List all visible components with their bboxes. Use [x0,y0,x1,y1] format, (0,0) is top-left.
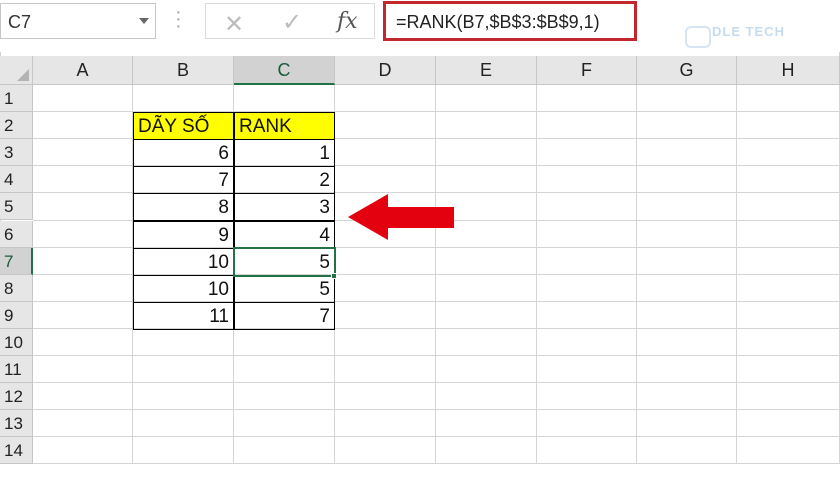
formula-input[interactable]: =RANK(B7,$B$3:$B$9,1) [383,1,637,41]
select-all-icon [17,69,29,81]
logo-icon [685,26,711,48]
row-header-9[interactable]: 9 [0,301,33,329]
row-header-13[interactable]: 13 [0,410,33,438]
column-header-f[interactable]: F [537,56,637,85]
table-cell-c[interactable]: 7 [234,301,335,330]
drag-handle-icon[interactable]: · · · [175,2,182,36]
row-header-5[interactable]: 5 [0,193,33,221]
selected-cell-outline[interactable] [233,246,336,277]
column-header-e[interactable]: E [436,56,537,85]
row-header-10[interactable]: 10 [0,328,33,356]
row-header-1[interactable]: 1 [0,85,33,112]
table-cell-b[interactable]: 9 [133,220,234,249]
row-header-4[interactable]: 4 [0,166,33,194]
formula-buttons: ✕ ✓ fx [205,3,375,39]
select-all-button[interactable] [0,56,33,85]
row-header-7[interactable]: 7 [0,247,33,275]
chevron-down-icon[interactable] [139,18,149,24]
fill-handle[interactable] [331,272,337,279]
table-cell-c[interactable]: 3 [234,193,335,222]
arrow-left-icon [348,194,454,240]
spreadsheet-grid: A B C D E F G H 1 2 3 4 5 6 7 8 9 10 11 12 13 14 DÃY SỐ RANK 6 1 7… [0,56,840,465]
table-cell-b[interactable]: 8 [133,193,234,222]
table-cell-b[interactable]: 11 [133,301,234,330]
column-header-b[interactable]: B [133,56,234,85]
formula-text: =RANK(B7,$B$3:$B$9,1) [396,12,600,32]
insert-function-button[interactable]: fx [337,9,358,34]
gridline-horizontal [33,355,840,356]
name-box[interactable]: C7 [0,3,156,39]
table-cell-b[interactable]: 7 [133,166,234,195]
row-header-2[interactable]: 2 [0,112,33,140]
table-cell-c[interactable]: 1 [234,139,335,168]
checkmark-icon[interactable]: ✓ [282,8,302,37]
column-header-a[interactable]: A [33,56,133,85]
row-header-11[interactable]: 11 [0,356,33,383]
watermark-logo: DLE TECH [712,24,785,39]
gridline-horizontal [33,409,840,411]
table-cell-b[interactable]: 6 [133,139,234,168]
row-header-8[interactable]: 8 [0,274,33,302]
table-cell-b[interactable]: 10 [133,274,234,303]
row-header-14[interactable]: 14 [0,437,33,465]
table-header-cell[interactable]: RANK [234,112,335,141]
table-cell-c[interactable]: 5 [234,274,335,303]
row-header-6[interactable]: 6 [0,220,33,248]
formula-bar: C7 · · · ✕ ✓ fx =RANK(B7,$B$3:$B$9,1) DLE … [0,0,840,52]
table-cell-c[interactable]: 4 [234,220,335,249]
column-header-d[interactable]: D [335,56,436,85]
row-header-3[interactable]: 3 [0,139,33,167]
column-header-c[interactable]: C [234,56,335,85]
column-header-g[interactable]: G [637,56,737,85]
table-header-cell[interactable]: DÃY SỐ [133,112,234,141]
bottom-area [0,464,840,500]
table-cell-b[interactable]: 10 [133,247,234,276]
gridline-horizontal [33,436,840,438]
row-header-12[interactable]: 12 [0,383,33,411]
close-icon[interactable]: ✕ [224,10,244,39]
table-cell-c[interactable]: 2 [234,166,335,195]
gridline-horizontal [33,382,840,384]
column-header-h[interactable]: H [737,56,840,85]
name-box-value: C7 [8,12,32,32]
